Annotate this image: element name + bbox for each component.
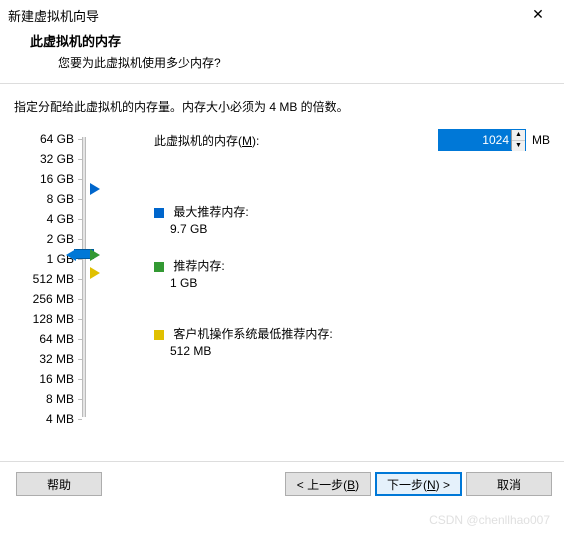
min-marker-icon [90, 267, 100, 279]
legend-rec-title: 推荐内存: [173, 257, 224, 274]
scale-label: 8 GB [14, 189, 74, 209]
next-button[interactable]: 下一步(N) > [375, 472, 462, 496]
info-column: 此虚拟机的内存(M): ▲ ▼ MB 最大推荐内存: 9.7 GB 推荐内存: … [114, 129, 550, 461]
page-subtitle: 您要为此虚拟机使用多少内存? [30, 54, 564, 71]
scale-label: 32 GB [14, 149, 74, 169]
help-button[interactable]: 帮助 [16, 472, 102, 496]
wizard-header: 此虚拟机的内存 您要为此虚拟机使用多少内存? [0, 27, 564, 84]
scale-label: 256 MB [14, 289, 74, 309]
spinner-down-icon[interactable]: ▼ [512, 141, 525, 151]
legend-min-title: 客户机操作系统最低推荐内存: [173, 325, 332, 342]
scale-label: 64 MB [14, 329, 74, 349]
legend-max-value: 9.7 GB [154, 222, 249, 236]
scale-label: 4 MB [14, 409, 74, 429]
legend-max: 最大推荐内存: 9.7 GB [154, 203, 249, 236]
memory-row: 此虚拟机的内存(M): ▲ ▼ MB [154, 129, 550, 151]
slider-track[interactable] [82, 137, 86, 417]
max-marker-icon [90, 183, 100, 195]
memory-input[interactable] [439, 130, 511, 150]
footer: 帮助 < 上一步(B) 下一步(N) > 取消 [0, 461, 564, 506]
scale-label: 8 MB [14, 389, 74, 409]
spinner-up-icon[interactable]: ▲ [512, 130, 525, 141]
window-title: 新建虚拟机向导 [8, 6, 99, 25]
legend-rec-value: 1 GB [154, 276, 225, 290]
memory-stepper[interactable]: ▲ ▼ [511, 130, 525, 150]
scale-label: 1 GB [14, 249, 74, 269]
scale-label: 32 MB [14, 349, 74, 369]
memory-label: 此虚拟机的内存(M): [154, 132, 438, 149]
legend-min-value: 512 MB [154, 344, 333, 358]
titlebar: 新建虚拟机向导 ✕ [0, 0, 564, 27]
scale-label: 128 MB [14, 309, 74, 329]
body: 64 GB32 GB16 GB8 GB4 GB2 GB1 GB512 MB256… [0, 121, 564, 461]
cancel-button[interactable]: 取消 [466, 472, 552, 496]
scale-label: 512 MB [14, 269, 74, 289]
watermark: CSDN @chenllhao007 [429, 513, 550, 527]
current-marker-icon [66, 249, 76, 261]
scale-label: 2 GB [14, 229, 74, 249]
instruction-text: 指定分配给此虚拟机的内存量。内存大小必须为 4 MB 的倍数。 [0, 84, 564, 121]
rec-marker-icon [90, 249, 100, 261]
memory-input-wrap: ▲ ▼ [438, 129, 526, 151]
scale-label: 64 GB [14, 129, 74, 149]
square-icon [154, 330, 164, 340]
memory-scale: 64 GB32 GB16 GB8 GB4 GB2 GB1 GB512 MB256… [14, 129, 114, 461]
legend-min: 客户机操作系统最低推荐内存: 512 MB [154, 325, 333, 358]
back-button[interactable]: < 上一步(B) [285, 472, 371, 496]
page-title: 此虚拟机的内存 [30, 31, 564, 50]
memory-unit: MB [532, 133, 550, 147]
scale-label: 4 GB [14, 209, 74, 229]
square-icon [154, 262, 164, 272]
square-icon [154, 208, 164, 218]
scale-label: 16 GB [14, 169, 74, 189]
close-icon[interactable]: ✕ [520, 6, 556, 23]
scale-label: 16 MB [14, 369, 74, 389]
legend-rec: 推荐内存: 1 GB [154, 257, 225, 290]
legend-max-title: 最大推荐内存: [173, 203, 248, 220]
